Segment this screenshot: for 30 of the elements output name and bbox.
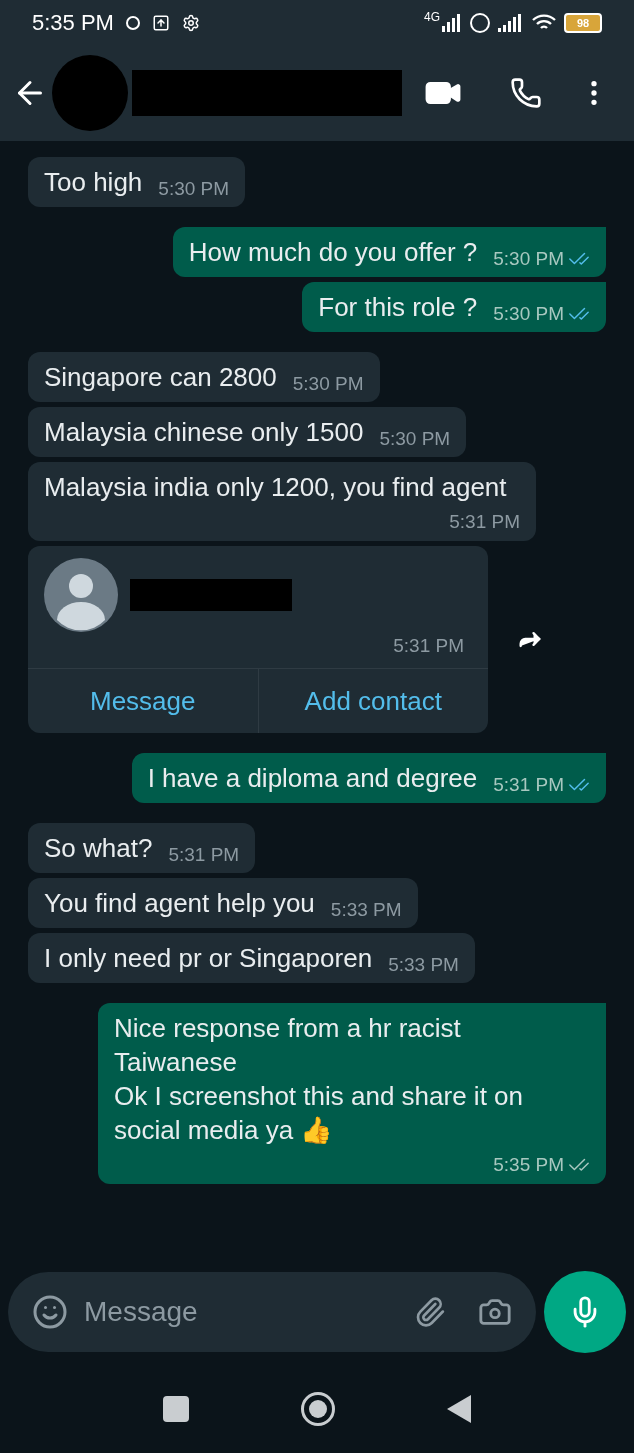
battery-indicator: 98 [564,12,602,33]
composer-bar[interactable]: Message [8,1272,536,1352]
message-text: For this role ? [318,291,478,324]
message-time: 5:31 PM [493,772,564,797]
message-text: Too high [44,166,143,199]
message-input[interactable]: Message [84,1291,414,1333]
contact-action-button[interactable]: Message [28,669,258,733]
message-text: Malaysia india only 1200, you find agent [44,471,508,504]
clock: 5:35 PM [32,9,114,37]
message-time: 5:35 PM [493,1153,564,1177]
message-time: 5:31 PM [393,633,464,658]
message-time: 5:30 PM [493,246,564,271]
message-text: I have a diploma and degree [147,762,478,795]
message-time: 5:33 PM [330,897,402,922]
message-time: 5:30 PM [158,176,230,201]
message-time: 5:31 PM [449,510,520,534]
message-text: Malaysia chinese only 1500 [44,416,364,449]
network-label: 4G [424,8,440,26]
message-text: Singapore can 2800 [44,361,277,394]
message-time: 5:31 PM [168,842,240,867]
message-time: 5:33 PM [388,952,459,977]
message-text: So what? [44,832,153,865]
message-time: 5:30 PM [292,371,364,396]
message-time: 5:30 PM [493,301,564,326]
message-time: 5:30 PM [379,426,451,451]
message-text: You find agent help you [44,887,315,920]
contact-action-button[interactable]: Add contact [257,669,488,733]
message-text: How much do you offer ? [188,236,478,269]
message-text: Nice response from a hr racist Taiwanese Ok I screenshot this and share it on social media ya 👍 [114,1012,524,1147]
message-text: I only need pr or Singaporen [44,942,373,975]
